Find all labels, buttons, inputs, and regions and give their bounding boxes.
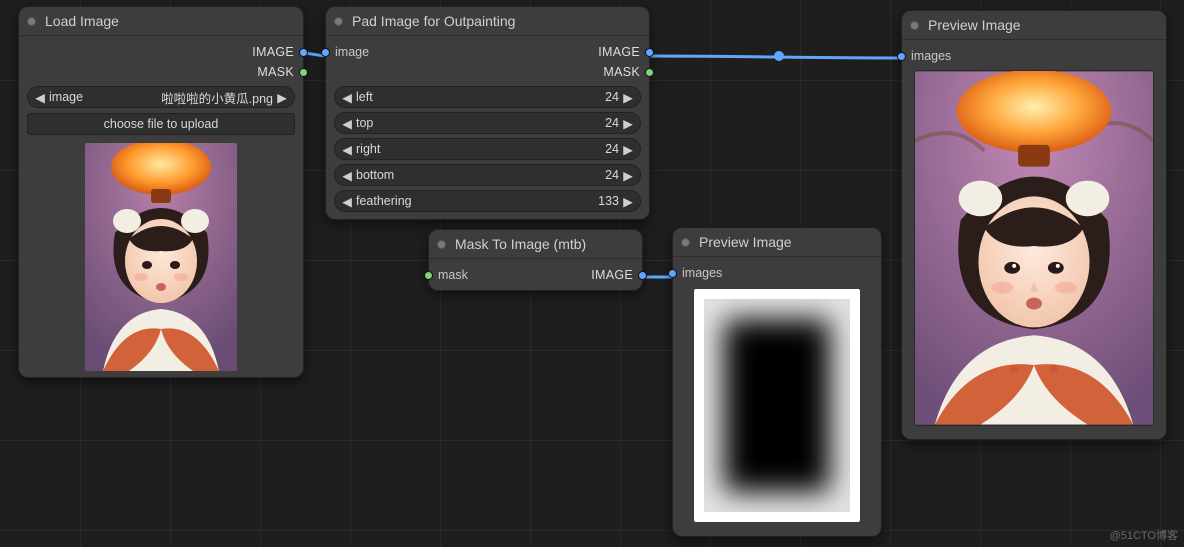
chevron-left-icon[interactable]: ◀	[341, 116, 353, 131]
collapse-dot-icon[interactable]	[437, 240, 446, 249]
chevron-right-icon[interactable]: ▶	[622, 116, 634, 131]
node-header[interactable]: Pad Image for Outpainting	[326, 7, 649, 36]
output-label-image: IMAGE	[598, 45, 640, 59]
node-mask-to-image[interactable]: Mask To Image (mtb) mask IMAGE	[428, 229, 643, 291]
node-header[interactable]: Preview Image	[673, 228, 881, 257]
output-port-mask[interactable]	[645, 68, 654, 77]
node-load-image[interactable]: Load Image IMAGE MASK ◀ image 啦啦啦的小黄瓜.pn…	[18, 6, 304, 378]
input-label-images: images	[911, 49, 951, 63]
chevron-left-icon[interactable]: ◀	[341, 168, 353, 183]
collapse-dot-icon[interactable]	[910, 21, 919, 30]
node-header[interactable]: Load Image	[19, 7, 303, 36]
output-port-image[interactable]	[638, 271, 647, 280]
node-header[interactable]: Mask To Image (mtb)	[429, 230, 642, 259]
node-title: Pad Image for Outpainting	[352, 13, 515, 29]
collapse-dot-icon[interactable]	[334, 17, 343, 26]
image-thumbnail	[85, 143, 237, 371]
output-label-mask: MASK	[603, 65, 640, 79]
node-header[interactable]: Preview Image	[902, 11, 1166, 40]
input-label-image: image	[335, 45, 369, 59]
output-label-image: IMAGE	[252, 45, 294, 59]
output-port-image[interactable]	[645, 48, 654, 57]
chevron-right-icon[interactable]: ▶	[276, 90, 288, 105]
input-port-images[interactable]	[897, 52, 906, 61]
chevron-right-icon[interactable]: ▶	[622, 194, 634, 209]
node-preview-image[interactable]: Preview Image images	[901, 10, 1167, 440]
output-label-image: IMAGE	[591, 268, 633, 282]
input-label-mask: mask	[438, 268, 468, 282]
input-port-mask[interactable]	[424, 271, 433, 280]
chevron-left-icon[interactable]: ◀	[341, 194, 353, 209]
chevron-left-icon[interactable]: ◀	[341, 90, 353, 105]
node-preview-mask[interactable]: Preview Image images	[672, 227, 882, 537]
watermark: @51CTO博客	[1110, 527, 1178, 543]
top-stepper[interactable]: ◀ top 24 ▶	[334, 112, 641, 134]
collapse-dot-icon[interactable]	[681, 238, 690, 247]
file-widget-label: image	[49, 90, 83, 104]
input-label-images: images	[682, 266, 722, 280]
right-stepper[interactable]: ◀ right 24 ▶	[334, 138, 641, 160]
bottom-stepper[interactable]: ◀ bottom 24 ▶	[334, 164, 641, 186]
chevron-left-icon[interactable]: ◀	[34, 90, 46, 105]
chevron-right-icon[interactable]: ▶	[622, 90, 634, 105]
image-file-selector[interactable]: ◀ image 啦啦啦的小黄瓜.png ▶	[27, 86, 295, 108]
input-port-image[interactable]	[321, 48, 330, 57]
left-stepper[interactable]: ◀ left 24 ▶	[334, 86, 641, 108]
node-title: Mask To Image (mtb)	[455, 236, 586, 252]
feathering-stepper[interactable]: ◀ feathering 133 ▶	[334, 190, 641, 212]
output-port-mask[interactable]	[299, 68, 308, 77]
choose-file-button[interactable]: choose file to upload	[27, 113, 295, 135]
node-title: Load Image	[45, 13, 119, 29]
chevron-right-icon[interactable]: ▶	[622, 142, 634, 157]
image-preview-thumbnail	[914, 70, 1154, 426]
chevron-left-icon[interactable]: ◀	[341, 142, 353, 157]
node-title: Preview Image	[699, 234, 792, 250]
node-pad-image-outpainting[interactable]: Pad Image for Outpainting image IMAGE MA…	[325, 6, 650, 220]
output-port-image[interactable]	[299, 48, 308, 57]
output-label-mask: MASK	[257, 65, 294, 79]
collapse-dot-icon[interactable]	[27, 17, 36, 26]
file-widget-value: 啦啦啦的小黄瓜.png	[161, 88, 273, 107]
input-port-images[interactable]	[668, 269, 677, 278]
node-title: Preview Image	[928, 17, 1021, 33]
mask-preview-thumbnail	[694, 289, 860, 522]
chevron-right-icon[interactable]: ▶	[622, 168, 634, 183]
